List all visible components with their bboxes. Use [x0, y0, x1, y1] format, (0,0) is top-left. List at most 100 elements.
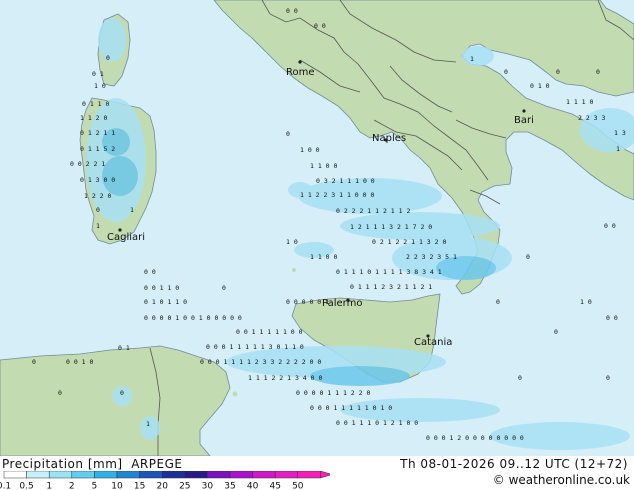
svg-text:0 1 1 5 2: 0 1 1 5 2 [80, 145, 115, 153]
legend-arrow [320, 471, 330, 479]
svg-text:0: 0 [120, 389, 124, 397]
svg-text:0 0 2 2 1: 0 0 2 2 1 [70, 160, 105, 168]
svg-text:0 0 1 1 1 0 1 2 1 0 0: 0 0 1 1 1 0 1 2 1 0 0 [336, 419, 418, 427]
svg-text:1 1 2 2 3 1 1 0 0 0: 1 1 2 2 3 1 1 0 0 0 [300, 191, 374, 199]
credit-link[interactable]: © weatheronline.co.uk [493, 473, 630, 487]
svg-text:0 1: 0 1 [92, 70, 104, 78]
legend-colorbar: 0.10.5125101520253035404550 [0, 471, 330, 490]
svg-text:1: 1 [470, 55, 474, 63]
svg-text:0 0 1 1 1 1 1 0 0: 0 0 1 1 1 1 1 0 0 [236, 328, 303, 336]
legend-tick-label: 30 [202, 482, 214, 490]
legend-swatch [161, 471, 186, 479]
svg-text:0: 0 [526, 253, 530, 261]
svg-text:1: 1 [96, 222, 100, 230]
svg-text:0: 0 [556, 68, 560, 76]
svg-text:1 2 2 0: 1 2 2 0 [84, 192, 111, 200]
svg-text:0: 0 [96, 206, 100, 214]
svg-text:0: 0 [496, 298, 500, 306]
valid-time: Th 08-01-2026 09..12 UTC (12+72) [400, 457, 628, 471]
svg-text:0 0: 0 0 [604, 222, 616, 230]
svg-text:0: 0 [504, 68, 508, 76]
svg-text:0 1 2 1 1: 0 1 2 1 1 [80, 129, 115, 137]
legend-tick-label: 35 [224, 482, 235, 490]
precipitation-map: 0 0 0 0 1 0 0 1 1 0 0 1 1 0 1 1 2 0 0 1 … [0, 0, 634, 456]
svg-text:1 1 0 0: 1 1 0 0 [310, 253, 337, 261]
svg-text:1 0 0: 1 0 0 [300, 146, 320, 154]
svg-text:0 0 0 1 1 1 1 2 3 3 2 2 2 2 0: 0 0 0 1 1 1 1 2 3 3 2 2 2 2 0 0 [200, 358, 321, 366]
product-title: Precipitation [mm] ARPEGE [2, 457, 182, 471]
city-label-palermo: Palermo [322, 298, 362, 309]
svg-text:0 0 1 1 0: 0 0 1 1 0 [144, 284, 179, 292]
svg-text:0 0 0 0 1 1 1 2 2 0: 0 0 0 0 1 1 1 2 2 0 [296, 389, 370, 397]
svg-text:0: 0 [286, 130, 290, 138]
svg-text:0 0 0 1 1 1 1 1 3 0 1 1 0: 0 0 0 1 1 1 1 1 3 0 1 1 0 [206, 343, 304, 351]
svg-text:0 1 0 1 1 0: 0 1 0 1 1 0 [144, 298, 187, 306]
svg-text:0 0 0 0 1 0 0 1 0 0 0 0 0: 0 0 0 0 1 0 0 1 0 0 0 0 0 [144, 314, 242, 322]
svg-text:0: 0 [606, 374, 610, 382]
legend-tick-label: 5 [92, 482, 98, 490]
svg-text:0 0 0 1 1 1 1 1 0 1 0: 0 0 0 1 1 1 1 1 0 1 0 [310, 404, 392, 412]
legend-tick-label: 2 [69, 482, 75, 490]
legend-tick-label: 40 [247, 482, 259, 490]
legend-swatch [139, 471, 163, 479]
svg-text:0 1 3 0 0: 0 1 3 0 0 [80, 176, 115, 184]
legend-swatch [3, 471, 27, 479]
svg-text:0 1: 0 1 [118, 344, 130, 352]
svg-text:0: 0 [596, 68, 600, 76]
svg-text:1 2 1 1 1 3 2 1 7 2 0: 1 2 1 1 1 3 2 1 7 2 0 [350, 223, 432, 231]
svg-text:0 0 1 0: 0 0 1 0 [66, 358, 93, 366]
svg-text:0: 0 [106, 54, 110, 62]
svg-text:1 1 0 0: 1 1 0 0 [310, 162, 337, 170]
islet-ustica [292, 268, 296, 272]
legend-tick-label: 25 [179, 482, 190, 490]
svg-text:2 2 3 2 3 5 1: 2 2 3 2 3 5 1 [406, 253, 457, 261]
svg-text:0 0: 0 0 [286, 7, 298, 15]
svg-text:0: 0 [554, 328, 558, 336]
svg-text:0 1 0: 0 1 0 [530, 82, 550, 90]
svg-text:0: 0 [32, 358, 36, 366]
svg-text:0 1 1 0: 0 1 1 0 [82, 100, 109, 108]
legend-swatch [48, 471, 73, 479]
svg-text:1: 1 [130, 206, 134, 214]
city-label-rome: Rome [286, 67, 315, 78]
model-label: ARPEGE [131, 457, 183, 471]
svg-text:0: 0 [518, 374, 522, 382]
svg-text:0: 0 [222, 284, 226, 292]
legend-swatch [274, 471, 299, 479]
legend-tick-label: 45 [269, 482, 280, 490]
city-label-catania: Catania [414, 337, 452, 348]
svg-text:0 3 2 1 1 1 0 0: 0 3 2 1 1 1 0 0 [316, 177, 375, 185]
svg-text:1 1 1 2 2 1 3 4 0 0: 1 1 1 2 2 1 3 4 0 0 [248, 374, 322, 382]
legend-swatch [184, 471, 208, 479]
legend-swatch [297, 471, 321, 479]
svg-text:1 0: 1 0 [286, 238, 298, 246]
legend-tick-label: 15 [134, 482, 145, 490]
svg-text:1: 1 [616, 145, 620, 153]
svg-text:1: 1 [146, 420, 150, 428]
svg-text:1 1 1 0: 1 1 1 0 [566, 98, 593, 106]
svg-text:0 1 1 1 0 1 1 1 1 3 8 3 4 1: 0 1 1 1 0 1 1 1 1 3 8 3 4 1 [336, 268, 442, 276]
svg-text:0 2 2 2 1 1 2 1 1 2: 0 2 2 2 1 1 2 1 1 2 [336, 207, 410, 215]
legend-tick-label: 20 [156, 482, 168, 490]
svg-text:0 0: 0 0 [606, 314, 618, 322]
legend-swatch [252, 471, 276, 479]
city-label-naples: Naples [372, 133, 406, 144]
legend-tick-label: 10 [111, 482, 123, 490]
svg-text:2 2 3 3: 2 2 3 3 [578, 114, 605, 122]
svg-text:0 0 0 1 2 0 0 0 0 0 0 0 0: 0 0 0 1 2 0 0 0 0 0 0 0 0 [426, 434, 524, 442]
svg-text:1 0: 1 0 [94, 82, 106, 90]
legend-swatch [71, 471, 95, 479]
svg-text:1 3: 1 3 [614, 129, 626, 137]
legend-tick-label: 50 [292, 482, 304, 490]
legend-swatch [229, 471, 253, 479]
svg-text:1 0: 1 0 [580, 298, 592, 306]
legend-tick-label: 0.5 [19, 482, 33, 490]
svg-text:1 1 2 0: 1 1 2 0 [80, 114, 107, 122]
city-label-bari: Bari [514, 115, 534, 126]
svg-text:0 2 1 2 2 1 1 3 2 0: 0 2 1 2 2 1 1 3 2 0 [372, 238, 446, 246]
legend-swatch [116, 471, 140, 479]
legend-tick-label: 0.1 [0, 482, 11, 490]
city-label-cagliari: Cagliari [107, 232, 145, 243]
svg-text:0 0: 0 0 [144, 268, 156, 276]
svg-text:0: 0 [58, 389, 62, 397]
